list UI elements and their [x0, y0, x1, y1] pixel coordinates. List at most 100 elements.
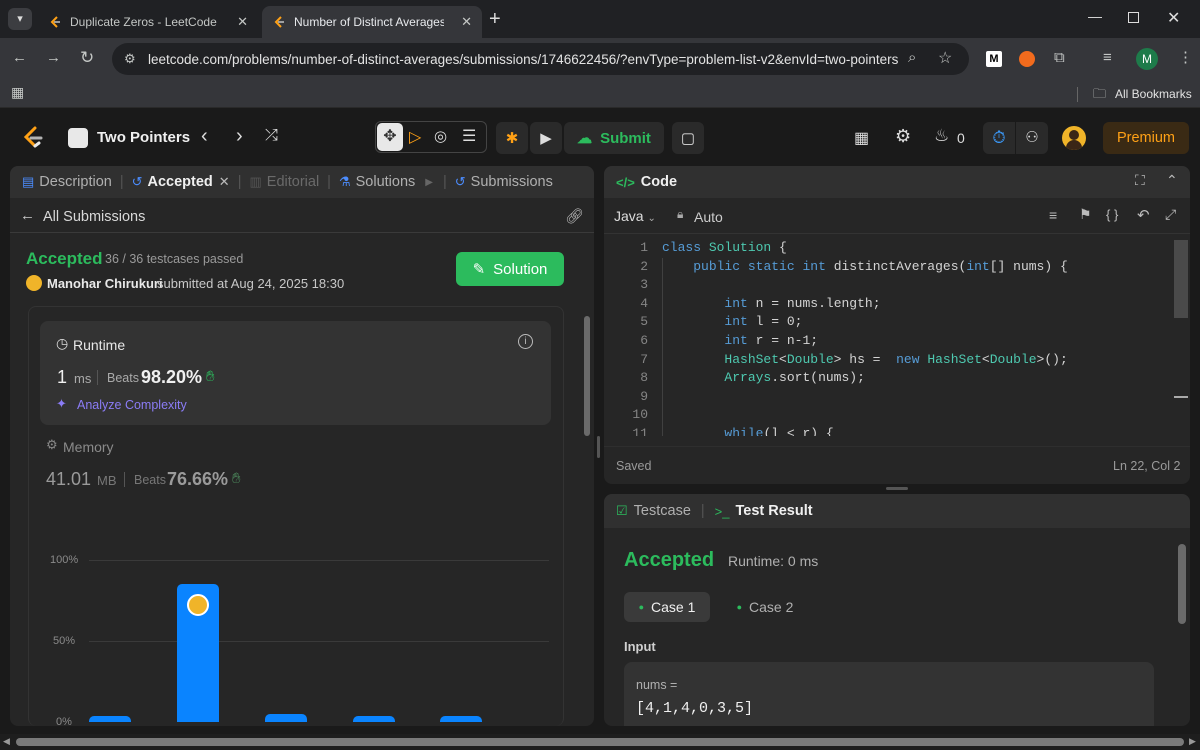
braces-icon[interactable]: { }: [1106, 207, 1118, 222]
runtime-label: Runtime: [73, 337, 126, 353]
timer-button[interactable]: ⏱: [983, 122, 1015, 154]
problem-list-title[interactable]: Two Pointers: [97, 129, 190, 146]
tab-submissions[interactable]: Submissions: [471, 174, 553, 190]
prev-problem-chevron-icon[interactable]: ‹: [201, 125, 208, 148]
auto-mode[interactable]: Auto: [694, 209, 723, 225]
next-problem-chevron-icon[interactable]: ›: [236, 125, 243, 148]
solution-button[interactable]: ✎ Solution: [456, 252, 564, 286]
close-tab-icon[interactable]: ✕: [237, 14, 248, 30]
reload-icon[interactable]: ↻: [80, 48, 94, 68]
tab-accepted[interactable]: Accepted: [148, 174, 213, 190]
tab-solutions[interactable]: Solutions: [356, 174, 416, 190]
settings-sliders-icon[interactable]: ☰: [462, 126, 476, 146]
settings-gear-icon[interactable]: ⚙: [895, 126, 911, 147]
scroll-right-arrow-icon[interactable]: ▶: [1189, 736, 1196, 747]
run-button[interactable]: ▶: [530, 122, 562, 154]
user-position-avatar: [187, 594, 209, 617]
close-window-icon[interactable]: ✕: [1167, 8, 1180, 28]
tab-description[interactable]: Description: [39, 174, 112, 190]
code-scrollbar[interactable]: [1174, 240, 1188, 318]
collapse-chevron-icon[interactable]: ⌃: [1166, 172, 1178, 189]
browser-tab-duplicate-zeros[interactable]: Duplicate Zeros - LeetCode ✕: [38, 6, 258, 38]
user-avatar[interactable]: [1062, 126, 1086, 150]
new-tab-plus-icon[interactable]: +: [489, 8, 501, 31]
all-bookmarks-link[interactable]: All Bookmarks: [1115, 87, 1192, 101]
line-number: 6: [640, 333, 648, 348]
code-editor[interactable]: 1 class Solution {2 public static int dis…: [604, 240, 1174, 436]
bookmark-icon[interactable]: ⚑: [1079, 206, 1092, 223]
browser-tab-distinct-averages[interactable]: Number of Distinct Averages - L ✕: [262, 6, 482, 38]
tab-editorial[interactable]: Editorial: [267, 174, 319, 190]
back-arrow-icon[interactable]: ←: [20, 207, 35, 224]
save-status: Saved: [616, 459, 652, 473]
problem-list-icon[interactable]: [68, 128, 88, 148]
scroll-left-arrow-icon[interactable]: ◀: [3, 736, 10, 747]
forward-arrow-icon[interactable]: →: [46, 49, 61, 66]
layout-icon[interactable]: ▦: [854, 128, 869, 148]
close-tab-icon[interactable]: ✕: [219, 174, 230, 190]
vertical-resize-handle[interactable]: [597, 436, 600, 458]
apps-grid-icon[interactable]: ▦: [11, 84, 24, 101]
drag-move-icon[interactable]: ✥: [377, 123, 403, 151]
chart-bar[interactable]: [89, 716, 131, 722]
line-content: while(l < r) {: [724, 426, 834, 436]
submit-button[interactable]: ☁ Submit: [564, 122, 664, 154]
left-panel-tabs: ▤ Description | ↺ Accepted ✕ | ▥ Editori…: [10, 166, 594, 198]
site-info-icon[interactable]: ⚙: [124, 51, 136, 67]
horizontal-scrollbar[interactable]: ◀ ▶: [0, 734, 1200, 750]
bookmark-star-icon[interactable]: ☆: [938, 48, 952, 68]
share-link-icon[interactable]: 🔗︎: [565, 207, 584, 225]
extensions-puzzle-icon[interactable]: ⧉: [1054, 49, 1065, 66]
run-outline-icon[interactable]: ▷: [409, 127, 421, 147]
premium-button[interactable]: Premium: [1103, 122, 1189, 154]
browser-menu-icon[interactable]: ⋮: [1178, 48, 1193, 66]
expand-icon[interactable]: ⛶: [1135, 172, 1145, 189]
case-1-tab[interactable]: ● Case 1: [624, 592, 710, 622]
test-panel-scrollbar[interactable]: [1178, 544, 1186, 624]
language-select[interactable]: Java ⌄: [614, 208, 656, 224]
tab-divider: |: [327, 174, 331, 190]
format-icon[interactable]: ≡: [1049, 207, 1057, 223]
tab-test-result[interactable]: Test Result: [736, 503, 813, 519]
notes-button[interactable]: ▢: [672, 122, 704, 154]
tab-testcase[interactable]: Testcase: [634, 503, 691, 519]
back-arrow-icon[interactable]: ←: [12, 49, 27, 66]
leetcode-logo[interactable]: [22, 126, 44, 155]
panel-resize-handle[interactable]: [886, 487, 908, 490]
chart-bar[interactable]: [177, 584, 219, 722]
extension-orange-icon[interactable]: [1019, 51, 1035, 67]
address-bar[interactable]: ⚙ leetcode.com/problems/number-of-distin…: [112, 43, 969, 75]
left-panel-scrollbar[interactable]: [584, 316, 590, 436]
chart-bar[interactable]: [353, 716, 395, 722]
submitter-name[interactable]: Manohar Chirukuri: [47, 276, 163, 291]
restore-window-icon[interactable]: [1128, 12, 1139, 23]
case-2-tab[interactable]: ● Case 2: [722, 592, 808, 622]
all-submissions-link[interactable]: All Submissions: [43, 209, 145, 225]
memory-card[interactable]: ⚙ Memory 41.01 MB Beats 76.66% ✋︎: [40, 431, 551, 501]
shuffle-icon[interactable]: ⤮: [265, 127, 278, 145]
line-content: int n = nums.length;: [724, 295, 881, 311]
leetcode-navbar: Two Pointers ‹ › ⤮ ✥ ▷ ◎ ☰ ✱ ▶ ☁ Submit …: [0, 108, 1200, 166]
minimize-window-icon[interactable]: —: [1088, 8, 1102, 24]
tab-search-button[interactable]: ▾: [8, 8, 32, 30]
chart-bar[interactable]: [440, 716, 482, 722]
zoom-icon[interactable]: ⌕: [908, 49, 916, 66]
reset-icon[interactable]: ↶: [1137, 206, 1150, 224]
hide-eye-icon[interactable]: ◎: [434, 127, 447, 145]
fullscreen-icon[interactable]: ⤢: [1165, 206, 1176, 223]
analyze-complexity-link[interactable]: Analyze Complexity: [77, 398, 187, 412]
info-icon[interactable]: i: [518, 334, 533, 349]
debug-button[interactable]: ✱: [496, 122, 528, 154]
reading-list-icon[interactable]: ≡: [1103, 49, 1112, 66]
chart-bar[interactable]: [265, 713, 307, 722]
scrollbar-thumb[interactable]: [16, 738, 1184, 746]
close-tab-icon[interactable]: ✕: [461, 14, 472, 30]
streak-flame-icon[interactable]: ♨: [934, 126, 949, 146]
add-friend-button[interactable]: ⚇: [1016, 122, 1048, 154]
runtime-card[interactable]: ◷ Runtime i 1 ms Beats 98.20% ✋︎ ✦ Analy…: [40, 321, 551, 425]
profile-avatar[interactable]: M: [1136, 48, 1158, 70]
input-label: Input: [624, 639, 656, 654]
memory-divider: [124, 472, 125, 487]
clap-icon: ✋︎: [206, 368, 215, 385]
extension-m-icon[interactable]: M: [986, 51, 1002, 67]
